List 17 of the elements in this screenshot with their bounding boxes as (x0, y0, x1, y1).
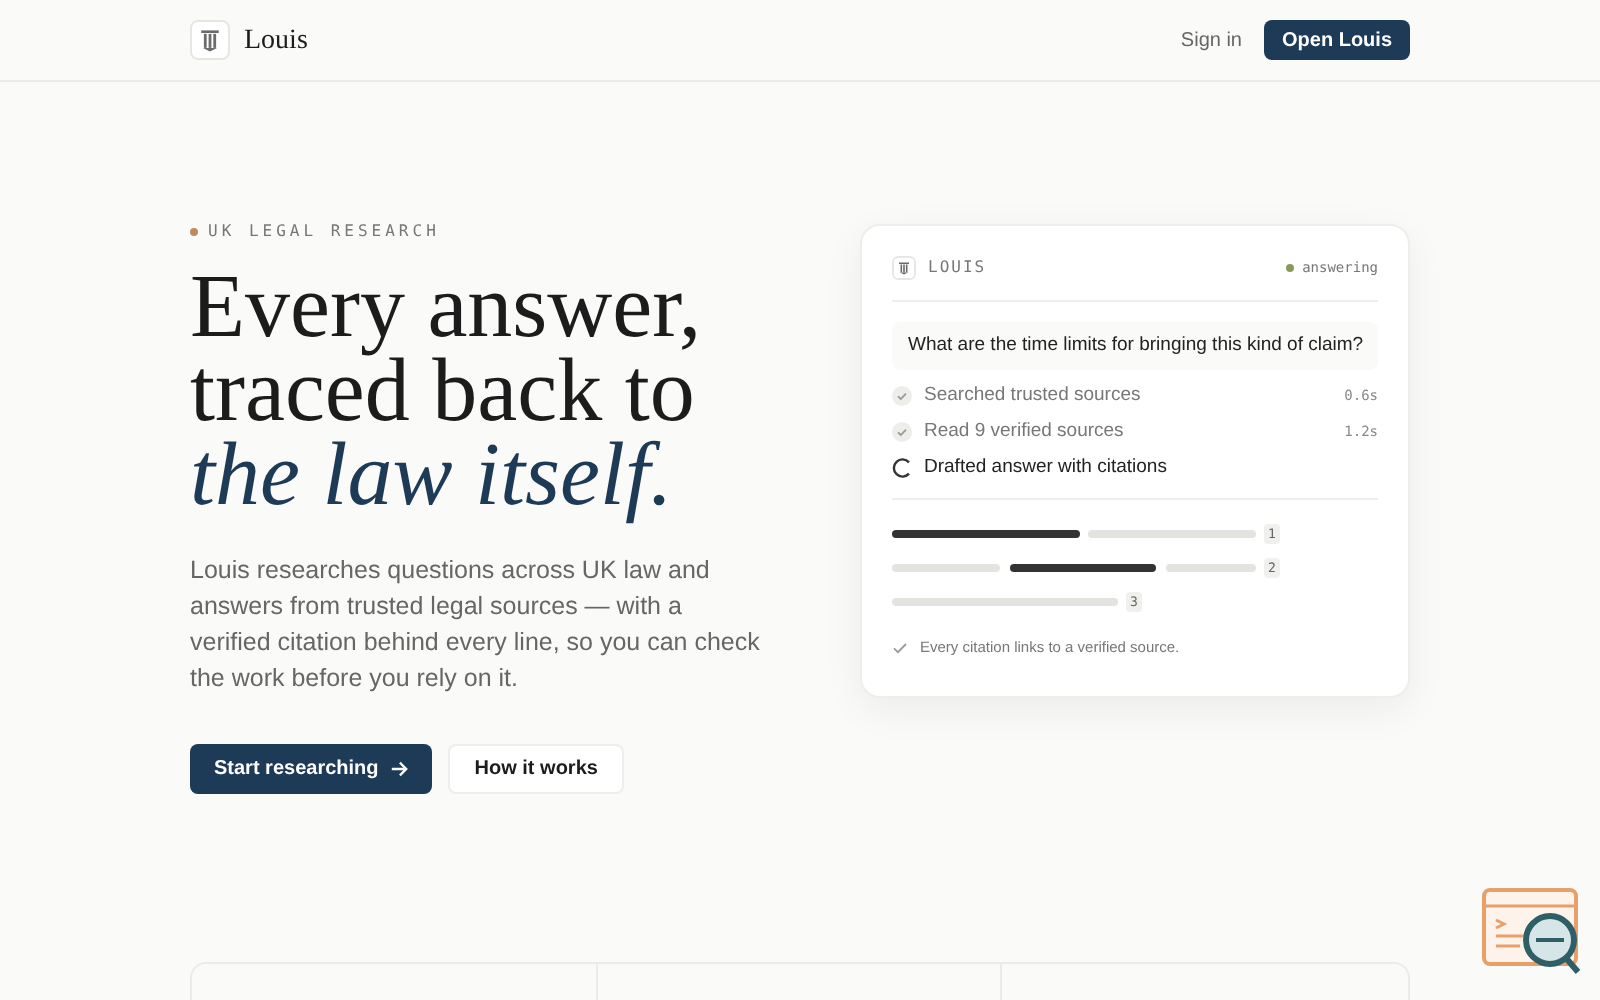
how-it-works-button[interactable]: How it works (448, 744, 624, 794)
start-researching-button[interactable]: Start researching (190, 744, 433, 794)
open-louis-button[interactable]: Open Louis (1264, 20, 1410, 60)
arrow-right-icon (390, 760, 409, 778)
pillar-icon (196, 26, 224, 54)
step-label: Read 9 verified sources (924, 417, 1124, 446)
assistant-name: LOUIS (928, 256, 987, 280)
browser-search-icon[interactable] (1482, 888, 1582, 976)
step-label: Searched trusted sources (924, 381, 1141, 410)
eyebrow-label: UK LEGAL RESEARCH (208, 220, 440, 244)
brand-name: Louis (244, 23, 308, 59)
hero-description: Louis researches questions across UK law and answers from trusted legal sources — with a verified citation behind every line, so you can check the work before you rely on it. (190, 554, 760, 696)
sign-in-link[interactable]: Sign in (1180, 25, 1242, 55)
check-icon (892, 639, 908, 656)
question-bubble: What are the time limits for bringing this kind of claim? (892, 322, 1378, 370)
step-label: Drafted answer with citations (924, 453, 1167, 482)
logo-tile[interactable] (190, 20, 230, 60)
